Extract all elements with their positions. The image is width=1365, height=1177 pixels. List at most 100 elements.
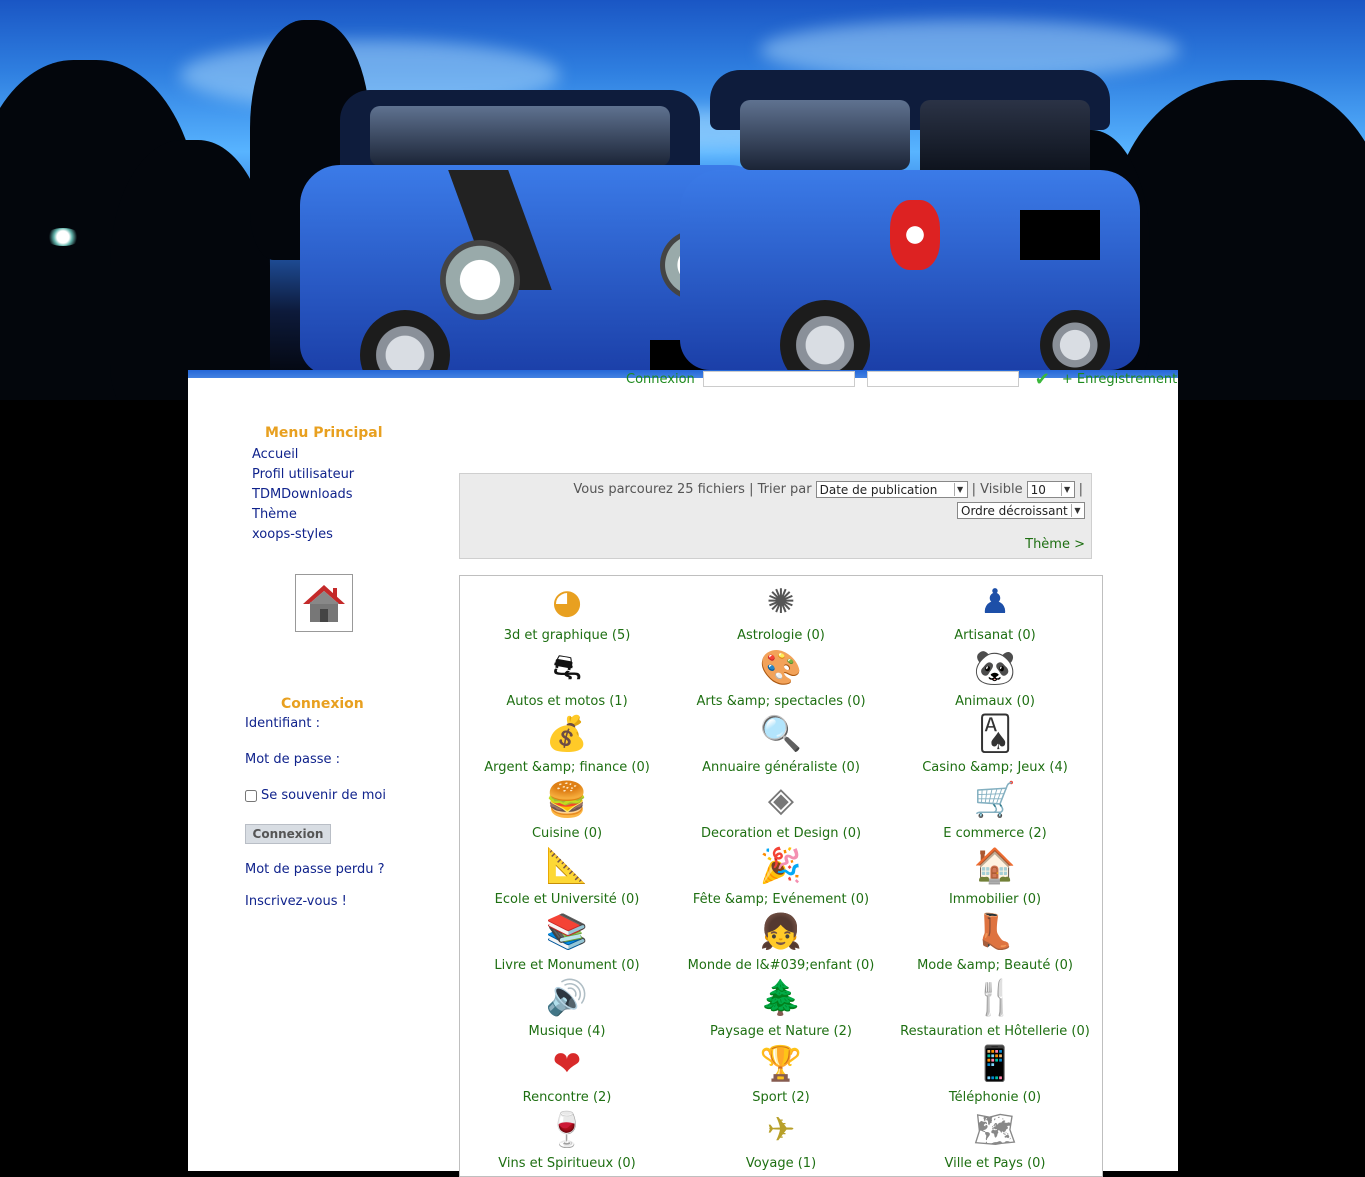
money-icon[interactable]: 💰 xyxy=(543,710,591,758)
category-label[interactable]: Musique (4) xyxy=(460,1024,674,1039)
category-label[interactable]: Mode &amp; Beauté (0) xyxy=(888,958,1102,973)
category-item[interactable]: 🏆 Sport (2) xyxy=(674,1040,888,1105)
menu-item-tdmdownloads[interactable]: TDMDownloads xyxy=(252,487,353,502)
category-item[interactable]: ✺ Astrologie (0) xyxy=(674,578,888,643)
remember-checkbox[interactable] xyxy=(245,789,257,802)
category-label[interactable]: Decoration et Design (0) xyxy=(674,826,888,841)
magnifier-icon[interactable]: 🔍 xyxy=(757,710,805,758)
menu-item-xoops-styles[interactable]: xoops-styles xyxy=(252,527,333,542)
category-item[interactable]: ⛐ Autos et motos (1) xyxy=(460,644,674,709)
category-item[interactable]: ❤ Rencontre (2) xyxy=(460,1040,674,1105)
party-icon[interactable]: 🎉 xyxy=(757,842,805,890)
lost-password-link[interactable]: Mot de passe perdu ? xyxy=(245,862,385,877)
category-item[interactable]: 📚 Livre et Monument (0) xyxy=(460,908,674,973)
category-label[interactable]: Fête &amp; Evénement (0) xyxy=(674,892,888,907)
category-label[interactable]: Casino &amp; Jeux (4) xyxy=(888,760,1102,775)
menu-item-accueil[interactable]: Accueil xyxy=(252,447,298,462)
category-label[interactable]: Monde de l&#039;enfant (0) xyxy=(674,958,888,973)
category-item[interactable]: ♟ Artisanat (0) xyxy=(888,578,1102,643)
category-label[interactable]: Annuaire généraliste (0) xyxy=(674,760,888,775)
category-label[interactable]: Téléphonie (0) xyxy=(888,1090,1102,1105)
category-item[interactable]: ✈ Voyage (1) xyxy=(674,1106,888,1171)
category-label[interactable]: Paysage et Nature (2) xyxy=(674,1024,888,1039)
category-label[interactable]: Ville et Pays (0) xyxy=(888,1156,1102,1171)
category-item[interactable]: 👢 Mode &amp; Beauté (0) xyxy=(888,908,1102,973)
design-icon[interactable]: ◈ xyxy=(757,776,805,824)
category-label[interactable]: Cuisine (0) xyxy=(460,826,674,841)
category-item[interactable]: ◕ 3d et graphique (5) xyxy=(460,578,674,643)
visible-select[interactable]: 10 ▼ xyxy=(1026,481,1075,498)
login-submit-button[interactable]: Connexion xyxy=(245,824,331,844)
map-icon[interactable]: 🗺 xyxy=(971,1106,1019,1154)
boot-icon[interactable]: 👢 xyxy=(971,908,1019,956)
submit-check-icon[interactable]: ✔ xyxy=(1035,369,1050,390)
category-label[interactable]: Voyage (1) xyxy=(674,1156,888,1171)
category-label[interactable]: 3d et graphique (5) xyxy=(460,628,674,643)
house-icon[interactable]: 🏠 xyxy=(971,842,1019,890)
category-label[interactable]: E commerce (2) xyxy=(888,826,1102,841)
category-label[interactable]: Immobilier (0) xyxy=(888,892,1102,907)
pie-chart-icon[interactable]: ◕ xyxy=(543,578,591,626)
home-icon[interactable] xyxy=(295,574,353,632)
category-label[interactable]: Autos et motos (1) xyxy=(460,694,674,709)
category-item[interactable]: 🎉 Fête &amp; Evénement (0) xyxy=(674,842,888,907)
category-label[interactable]: Artisanat (0) xyxy=(888,628,1102,643)
category-label[interactable]: Sport (2) xyxy=(674,1090,888,1105)
category-item[interactable]: 🍴 Restauration et Hôtellerie (0) xyxy=(888,974,1102,1039)
category-label[interactable]: Livre et Monument (0) xyxy=(460,958,674,973)
menu-item-profil[interactable]: Profil utilisateur xyxy=(252,467,354,482)
trophy-icon[interactable]: 🏆 xyxy=(757,1040,805,1088)
category-label[interactable]: Astrologie (0) xyxy=(674,628,888,643)
crab-icon[interactable]: ✺ xyxy=(757,578,805,626)
chevron-down-icon: ▼ xyxy=(1060,483,1073,496)
speaker-icon[interactable]: 🔊 xyxy=(543,974,591,1022)
tree-icon[interactable]: 🌲 xyxy=(757,974,805,1022)
cards-icon[interactable]: 🂡 xyxy=(971,710,1019,758)
category-item[interactable]: 💰 Argent &amp; finance (0) xyxy=(460,710,674,775)
category-label[interactable]: Vins et Spiritueux (0) xyxy=(460,1156,674,1171)
child-icon[interactable]: 👧 xyxy=(757,908,805,956)
category-item[interactable]: 🍷 Vins et Spiritueux (0) xyxy=(460,1106,674,1171)
theme-link[interactable]: Thème > xyxy=(1025,537,1085,552)
phone-icon[interactable]: 📱 xyxy=(971,1040,1019,1088)
category-item[interactable]: 🍔 Cuisine (0) xyxy=(460,776,674,841)
category-item[interactable]: 🂡 Casino &amp; Jeux (4) xyxy=(888,710,1102,775)
menu-item-theme[interactable]: Thème xyxy=(252,507,297,522)
motorbike-icon[interactable]: ⛐ xyxy=(543,644,591,692)
category-item[interactable]: 🔊 Musique (4) xyxy=(460,974,674,1039)
header-username-input[interactable] xyxy=(702,371,855,387)
plane-icon[interactable]: ✈ xyxy=(757,1106,805,1154)
category-item[interactable]: 🎨 Arts &amp; spectacles (0) xyxy=(674,644,888,709)
category-label[interactable]: Ecole et Université (0) xyxy=(460,892,674,907)
header-password-input[interactable] xyxy=(866,371,1019,387)
category-label[interactable]: Argent &amp; finance (0) xyxy=(460,760,674,775)
signup-link[interactable]: Inscrivez-vous ! xyxy=(245,894,347,909)
cart-icon[interactable]: 🛒 xyxy=(971,776,1019,824)
books-icon[interactable]: 📚 xyxy=(543,908,591,956)
category-item[interactable]: 🔍 Annuaire généraliste (0) xyxy=(674,710,888,775)
category-item[interactable]: 📱 Téléphonie (0) xyxy=(888,1040,1102,1105)
category-item[interactable]: 🗺 Ville et Pays (0) xyxy=(888,1106,1102,1171)
category-item[interactable]: 🏠 Immobilier (0) xyxy=(888,842,1102,907)
category-item[interactable]: 📐 Ecole et Université (0) xyxy=(460,842,674,907)
sort-select[interactable]: Date de publication ▼ xyxy=(815,481,968,498)
burger-icon[interactable]: 🍔 xyxy=(543,776,591,824)
category-label[interactable]: Restauration et Hôtellerie (0) xyxy=(888,1024,1102,1039)
category-item[interactable]: 👧 Monde de l&#039;enfant (0) xyxy=(674,908,888,973)
order-select[interactable]: Ordre décroissant ▼ xyxy=(957,502,1085,519)
category-item[interactable]: 🛒 E commerce (2) xyxy=(888,776,1102,841)
category-label[interactable]: Arts &amp; spectacles (0) xyxy=(674,694,888,709)
category-item[interactable]: 🐼 Animaux (0) xyxy=(888,644,1102,709)
category-label[interactable]: Rencontre (2) xyxy=(460,1090,674,1105)
ruler-icon[interactable]: 📐 xyxy=(543,842,591,890)
panda-icon[interactable]: 🐼 xyxy=(971,644,1019,692)
register-link[interactable]: + Enregistrement xyxy=(1062,372,1177,387)
restaurant-icon[interactable]: 🍴 xyxy=(971,974,1019,1022)
heart-icon[interactable]: ❤ xyxy=(543,1040,591,1088)
category-item[interactable]: ◈ Decoration et Design (0) xyxy=(674,776,888,841)
category-label[interactable]: Animaux (0) xyxy=(888,694,1102,709)
artisan-icon[interactable]: ♟ xyxy=(971,578,1019,626)
wine-icon[interactable]: 🍷 xyxy=(543,1106,591,1154)
category-item[interactable]: 🌲 Paysage et Nature (2) xyxy=(674,974,888,1039)
palette-icon[interactable]: 🎨 xyxy=(757,644,805,692)
